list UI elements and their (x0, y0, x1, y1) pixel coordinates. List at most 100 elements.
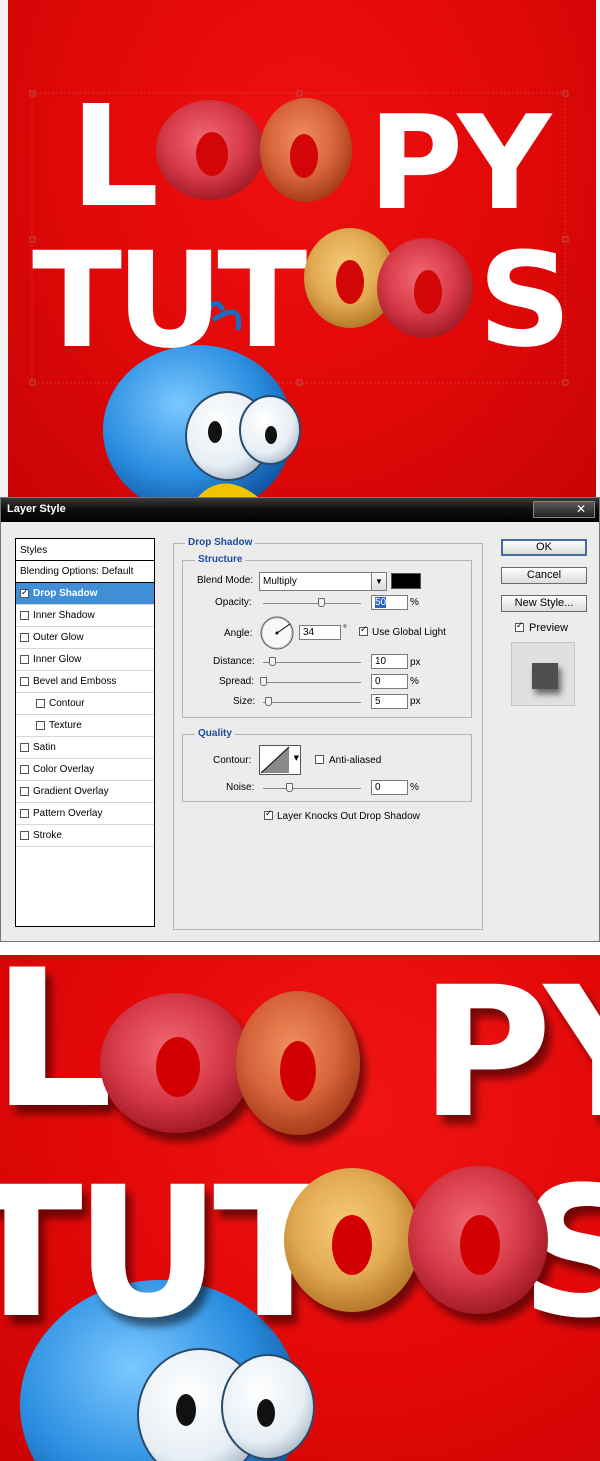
style-item-label: Texture (49, 720, 82, 731)
style-item-checkbox[interactable] (36, 699, 45, 708)
opacity-unit: % (410, 597, 419, 608)
style-preview-thumbnail (511, 642, 575, 706)
style-item-checkbox[interactable] (20, 831, 29, 840)
contour-dropdown-icon[interactable]: ▼ (294, 754, 299, 762)
style-item-label: Satin (33, 742, 56, 753)
noise-input[interactable]: 0 (371, 780, 408, 795)
style-item-checkbox[interactable] (20, 587, 29, 598)
svg-text:TUT: TUT (0, 1149, 335, 1358)
drop-shadow-section-title: Drop Shadow (185, 537, 256, 548)
style-item-inner-glow[interactable]: Inner Glow (16, 649, 154, 671)
blending-options-item[interactable]: Blending Options: Default (16, 561, 154, 583)
spread-unit: % (410, 676, 419, 687)
noise-unit: % (410, 782, 419, 793)
style-item-checkbox[interactable] (36, 721, 45, 730)
noise-slider-thumb[interactable] (286, 783, 293, 792)
opacity-slider-thumb[interactable] (318, 598, 325, 607)
style-item-drop-shadow[interactable]: Drop Shadow (16, 583, 154, 605)
close-icon: ✕ (575, 502, 586, 516)
contour-preview-icon (260, 746, 290, 774)
style-item-pattern-overlay[interactable]: Pattern Overlay (16, 803, 154, 825)
style-item-inner-shadow[interactable]: Inner Shadow (16, 605, 154, 627)
size-slider[interactable] (263, 702, 361, 703)
distance-input[interactable]: 10 (371, 654, 408, 669)
style-item-checkbox[interactable] (20, 633, 29, 642)
angle-unit: ° (343, 624, 347, 635)
opacity-slider[interactable] (263, 603, 361, 604)
opacity-value: 50 (375, 597, 387, 608)
contour-label: Contour: (213, 755, 252, 766)
use-global-light-label: Use Global Light (372, 627, 446, 638)
style-item-checkbox[interactable] (20, 787, 29, 796)
preview-square (532, 663, 558, 689)
artwork-bottom-svg: L PY TUT S (0, 955, 600, 1461)
cancel-button[interactable]: Cancel (501, 567, 587, 584)
style-item-checkbox[interactable] (20, 611, 29, 620)
blend-mode-label: Blend Mode: (197, 575, 254, 586)
spread-label: Spread: (219, 676, 255, 687)
blend-mode-value: Multiply (263, 576, 297, 587)
style-item-contour[interactable]: Contour (16, 693, 154, 715)
ok-button[interactable]: OK (501, 539, 587, 556)
distance-label: Distance: (213, 656, 255, 667)
style-item-label: Bevel and Emboss (33, 676, 117, 687)
close-button[interactable]: ✕ (533, 501, 595, 518)
style-item-label: Pattern Overlay (33, 808, 103, 819)
size-input[interactable]: 5 (371, 694, 408, 709)
style-item-checkbox[interactable] (20, 655, 29, 664)
cereal-rings-top (156, 98, 473, 338)
distance-unit: px (410, 657, 421, 668)
knocks-out-label: Layer Knocks Out Drop Shadow (277, 811, 420, 822)
chevron-down-icon[interactable]: ▼ (371, 573, 386, 590)
spread-slider-thumb[interactable] (260, 677, 267, 686)
style-item-checkbox[interactable] (20, 765, 29, 774)
style-item-label: Inner Shadow (33, 610, 95, 621)
noise-slider[interactable] (263, 788, 361, 789)
new-style-button[interactable]: New Style... (501, 595, 587, 612)
blend-mode-select[interactable]: Multiply ▼ (259, 572, 387, 591)
artwork-bottom: L PY TUT S (0, 955, 600, 1461)
knocks-out-checkbox[interactable] (264, 809, 273, 820)
use-global-light-checkbox[interactable] (359, 625, 368, 636)
preview-checkbox[interactable] (515, 621, 524, 632)
dialog-titlebar[interactable]: Layer Style ✕ (1, 498, 599, 522)
spread-slider[interactable] (263, 682, 361, 683)
style-item-bevel-and-emboss[interactable]: Bevel and Emboss (16, 671, 154, 693)
style-item-checkbox[interactable] (20, 743, 29, 752)
style-item-satin[interactable]: Satin (16, 737, 154, 759)
opacity-input[interactable]: 50 (371, 595, 408, 610)
style-item-gradient-overlay[interactable]: Gradient Overlay (16, 781, 154, 803)
angle-label: Angle: (224, 628, 253, 639)
distance-value: 10 (375, 656, 387, 667)
noise-value: 0 (375, 782, 381, 793)
contour-picker[interactable]: ▼ (259, 745, 301, 775)
style-item-label: Gradient Overlay (33, 786, 109, 797)
size-slider-thumb[interactable] (265, 697, 272, 706)
size-unit: px (410, 696, 421, 707)
style-item-stroke[interactable]: Stroke (16, 825, 154, 847)
size-value: 5 (375, 696, 381, 707)
distance-slider-thumb[interactable] (269, 657, 276, 666)
style-item-outer-glow[interactable]: Outer Glow (16, 627, 154, 649)
styles-list: Styles Blending Options: Default Drop Sh… (15, 538, 155, 927)
style-item-label: Drop Shadow (33, 588, 98, 599)
distance-slider[interactable] (263, 662, 361, 663)
spread-value: 0 (375, 676, 381, 687)
shadow-color-swatch[interactable] (391, 573, 421, 589)
spread-input[interactable]: 0 (371, 674, 408, 689)
preview-label: Preview (529, 622, 569, 634)
quality-title: Quality (195, 728, 235, 739)
dialog-title: Layer Style (7, 503, 66, 515)
style-item-color-overlay[interactable]: Color Overlay (16, 759, 154, 781)
style-item-texture[interactable]: Texture (16, 715, 154, 737)
artwork-top: L PY TUT S (0, 0, 600, 497)
style-item-checkbox[interactable] (20, 809, 29, 818)
angle-input[interactable]: 34 (299, 625, 341, 640)
angle-dial[interactable] (259, 615, 295, 651)
style-item-label: Inner Glow (33, 654, 82, 665)
style-item-label: Contour (49, 698, 85, 709)
anti-aliased-checkbox[interactable] (315, 755, 324, 764)
styles-header[interactable]: Styles (16, 539, 154, 561)
canvas-top: L PY TUT S (8, 0, 596, 497)
style-item-checkbox[interactable] (20, 677, 29, 686)
